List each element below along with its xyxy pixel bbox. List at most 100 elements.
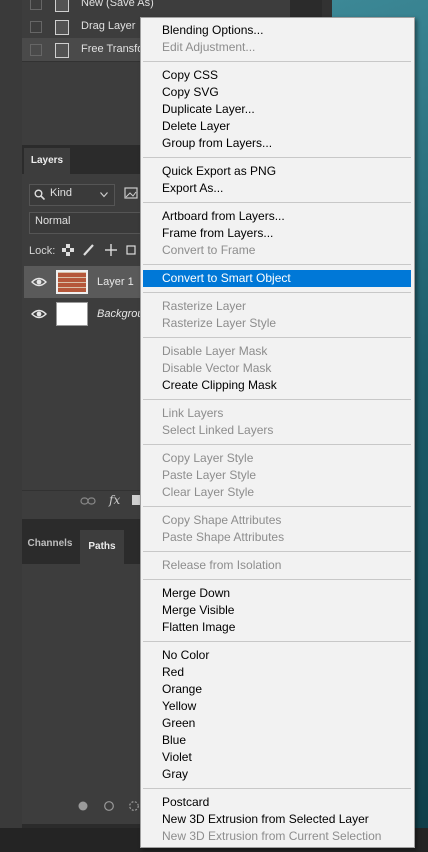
menu-item-label: Orange [162, 682, 203, 696]
menu-item-delete-layer[interactable]: Delete Layer [141, 118, 414, 135]
menu-item-label: New 3D Extrusion from Current Selection [162, 829, 382, 843]
menu-item-label: Clear Layer Style [162, 485, 255, 499]
menu-item-copy-layer-style[interactable]: Copy Layer Style [141, 450, 414, 467]
menu-separator [143, 157, 411, 158]
menu-item-blending-options[interactable]: Blending Options... [141, 22, 414, 39]
layer-thumbnail [56, 270, 88, 294]
menu-item-rasterize-layer[interactable]: Rasterize Layer [141, 298, 414, 315]
menu-item-gray[interactable]: Gray [141, 766, 414, 783]
menu-item-label: Edit Adjustment... [162, 40, 256, 54]
menu-item-label: Copy SVG [162, 85, 219, 99]
menu-item-merge-down[interactable]: Merge Down [141, 585, 414, 602]
menu-item-convert-to-smart-object[interactable]: Convert to Smart Object [143, 270, 411, 287]
image-filter-icon[interactable] [124, 186, 138, 200]
menu-item-frame-from-layers[interactable]: Frame from Layers... [141, 225, 414, 242]
menu-item-copy-css[interactable]: Copy CSS [141, 67, 414, 84]
menu-item-label: Select Linked Layers [162, 423, 274, 437]
history-snapshot-checkbox[interactable] [30, 44, 42, 56]
menu-item-disable-layer-mask[interactable]: Disable Layer Mask [141, 343, 414, 360]
menu-item-clear-layer-style[interactable]: Clear Layer Style [141, 484, 414, 501]
history-state-icon [55, 20, 69, 35]
add-mask-icon[interactable] [132, 495, 140, 505]
menu-item-label: Yellow [162, 699, 197, 713]
menu-separator [143, 399, 411, 400]
menu-item-label: Group from Layers... [162, 136, 273, 150]
menu-item-label: Delete Layer [162, 119, 231, 133]
stroke-path-icon[interactable] [103, 800, 115, 812]
menu-item-yellow[interactable]: Yellow [141, 698, 414, 715]
svg-text:fx: fx [108, 493, 120, 507]
layer-context-menu: Blending Options... Edit Adjustment... Cop… [140, 17, 415, 848]
menu-item-merge-visible[interactable]: Merge Visible [141, 602, 414, 619]
lock-position-icon[interactable] [104, 243, 118, 257]
visibility-eye-icon[interactable] [31, 275, 47, 291]
menu-item-select-linked-layers[interactable]: Select Linked Layers [141, 422, 414, 439]
lock-transparent-pixels-icon[interactable] [62, 244, 74, 256]
menu-separator [143, 337, 411, 338]
fx-layer-style-icon[interactable]: fx [108, 493, 124, 507]
load-path-selection-icon[interactable] [128, 800, 140, 812]
menu-item-label: Rasterize Layer Style [162, 316, 277, 330]
menu-item-label: Link Layers [162, 406, 224, 420]
menu-item-label: Postcard [162, 795, 210, 809]
menu-item-duplicate-layer[interactable]: Duplicate Layer... [141, 101, 414, 118]
menu-item-convert-to-frame[interactable]: Convert to Frame [141, 242, 414, 259]
menu-item-label: Disable Vector Mask [162, 361, 272, 375]
menu-separator [143, 444, 411, 445]
menu-item-label: Paste Layer Style [162, 468, 257, 482]
menu-separator [143, 292, 411, 293]
menu-item-green[interactable]: Green [141, 715, 414, 732]
menu-item-postcard[interactable]: Postcard [141, 794, 414, 811]
menu-item-blue[interactable]: Blue [141, 732, 414, 749]
menu-separator [143, 264, 411, 265]
menu-item-flatten-image[interactable]: Flatten Image [141, 619, 414, 636]
history-snapshot-checkbox[interactable] [30, 21, 42, 33]
menu-item-label: Convert to Frame [162, 243, 256, 257]
tab-paths[interactable]: Paths [80, 530, 124, 564]
layer-name[interactable]: Layer 1 [97, 276, 134, 288]
history-state-icon [55, 43, 69, 58]
menu-item-create-clipping-mask[interactable]: Create Clipping Mask [141, 377, 414, 394]
history-row-label: Drag Layer [81, 20, 136, 32]
menu-item-label: Convert to Smart Object [162, 271, 291, 285]
menu-item-rasterize-layer-style[interactable]: Rasterize Layer Style [141, 315, 414, 332]
lock-image-pixels-icon[interactable] [82, 243, 95, 257]
menu-item-no-color[interactable]: No Color [141, 647, 414, 664]
menu-item-link-layers[interactable]: Link Layers [141, 405, 414, 422]
lock-artboard-icon[interactable] [124, 243, 138, 257]
menu-item-copy-svg[interactable]: Copy SVG [141, 84, 414, 101]
menu-item-new-3d-extrusion-from-current-selection[interactable]: New 3D Extrusion from Current Selection [141, 828, 414, 845]
menu-item-export-as[interactable]: Export As... [141, 180, 414, 197]
menu-item-copy-shape-attributes[interactable]: Copy Shape Attributes [141, 512, 414, 529]
menu-item-group-from-layers[interactable]: Group from Layers... [141, 135, 414, 152]
tab-layers[interactable]: Layers [24, 148, 70, 174]
menu-item-label: No Color [162, 648, 210, 662]
history-snapshot-checkbox[interactable] [30, 0, 42, 10]
menu-item-disable-vector-mask[interactable]: Disable Vector Mask [141, 360, 414, 377]
tab-channels[interactable]: Channels [24, 524, 76, 564]
menu-item-release-from-isolation[interactable]: Release from Isolation [141, 557, 414, 574]
history-row-label: New (Save As) [81, 0, 154, 9]
menu-item-label: Merge Down [162, 586, 231, 600]
menu-item-new-3d-extrusion-from-selected-layer[interactable]: New 3D Extrusion from Selected Layer [141, 811, 414, 828]
menu-item-label: Paste Shape Attributes [162, 530, 285, 544]
menu-item-red[interactable]: Red [141, 664, 414, 681]
menu-item-label: Violet [162, 750, 192, 764]
menu-separator [143, 641, 411, 642]
menu-item-orange[interactable]: Orange [141, 681, 414, 698]
menu-item-violet[interactable]: Violet [141, 749, 414, 766]
search-icon [34, 189, 45, 200]
visibility-eye-icon[interactable] [31, 307, 47, 323]
layer-thumbnail [56, 302, 88, 326]
menu-item-quick-export-as-png[interactable]: Quick Export as PNG [141, 163, 414, 180]
menu-item-label: Frame from Layers... [162, 226, 274, 240]
menu-item-paste-shape-attributes[interactable]: Paste Shape Attributes [141, 529, 414, 546]
menu-item-label: Artboard from Layers... [162, 209, 285, 223]
menu-item-paste-layer-style[interactable]: Paste Layer Style [141, 467, 414, 484]
fill-path-icon[interactable] [77, 800, 89, 812]
menu-item-edit-adjustment[interactable]: Edit Adjustment... [141, 39, 414, 56]
kind-filter-label: Kind [50, 187, 73, 199]
link-layers-icon[interactable] [80, 496, 96, 506]
menu-item-artboard-from-layers[interactable]: Artboard from Layers... [141, 208, 414, 225]
menu-item-label: Disable Layer Mask [162, 344, 268, 358]
